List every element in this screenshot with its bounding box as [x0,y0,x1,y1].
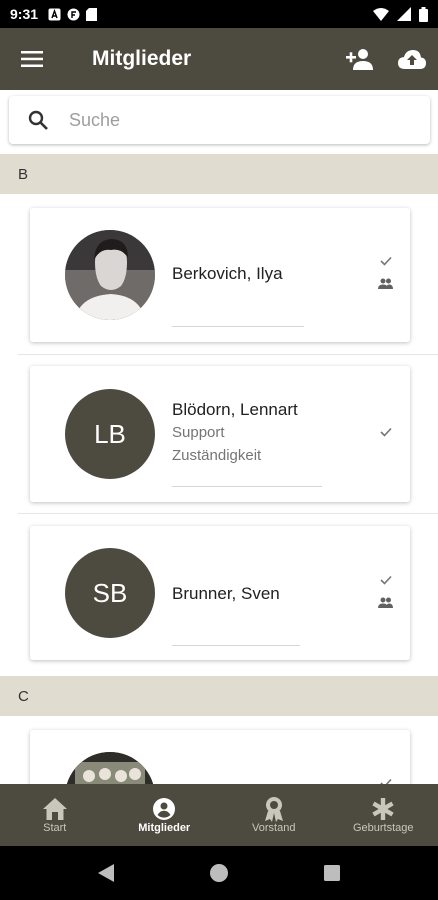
group-icon [378,278,393,289]
nav-label: Start [43,822,67,834]
wifi-icon [373,7,389,21]
home-icon [42,798,67,820]
notification-a-icon [48,8,61,20]
nav-vorstand[interactable]: Vorstand [219,784,329,846]
menu-icon [21,51,43,67]
nav-start[interactable]: Start [0,784,110,846]
member-card-brunner[interactable]: SB Brunner, Sven [30,526,410,660]
add-member-button[interactable] [334,28,386,90]
back-icon[interactable] [98,864,114,882]
search-icon [28,110,48,130]
system-navigation-bar [0,846,438,900]
member-name: Brunner, Sven [172,584,280,603]
notification-f-icon [67,8,80,20]
check-icon [380,427,392,437]
check-icon [380,575,392,585]
upload-button[interactable] [386,28,438,90]
account-circle-icon [153,798,176,820]
recents-icon[interactable] [324,865,340,881]
nav-geburtstage[interactable]: Geburtstage [329,784,438,846]
search-bar [9,96,430,144]
avatar-photo [65,230,155,320]
person-add-icon [346,49,373,70]
member-responsibility: Zuständigkeit [172,447,262,464]
home-button-icon[interactable] [210,864,228,882]
nav-label: Geburtstage [352,822,414,834]
nav-label: Mitglieder [138,822,191,834]
member-card-bloedorn[interactable]: LB Blödorn, Lennart Support Zuständigkei… [30,366,410,502]
status-time: 9:31 [10,6,39,22]
asterisk-icon [372,798,394,820]
status-bar: 9:31 [0,0,438,28]
cloud-upload-icon [398,50,426,69]
avatar-initials: SB [65,548,155,638]
menu-button[interactable] [0,28,64,90]
bottom-navigation: Start Mitglieder Vorstand Geburtstage [0,784,438,846]
section-header-c: C [0,676,438,716]
member-card-berkovich[interactable]: Berkovich, Ilya [30,208,410,342]
award-icon [264,797,283,822]
sd-card-icon [86,7,98,21]
nav-mitglieder[interactable]: Mitglieder [110,784,220,846]
group-icon [378,597,393,608]
check-icon [380,256,392,266]
signal-icon [397,7,411,21]
avatar-initials: LB [65,389,155,479]
search-input[interactable] [67,108,391,132]
member-name: Berkovich, Ilya [172,264,283,283]
app-bar: Mitglieder [0,28,438,90]
battery-icon [419,6,428,22]
member-role: Support [172,424,225,441]
section-header-b: B [0,154,438,194]
page-title: Mitglieder [92,47,192,70]
nav-label: Vorstand [252,822,296,834]
member-name: Blödorn, Lennart [172,400,298,419]
